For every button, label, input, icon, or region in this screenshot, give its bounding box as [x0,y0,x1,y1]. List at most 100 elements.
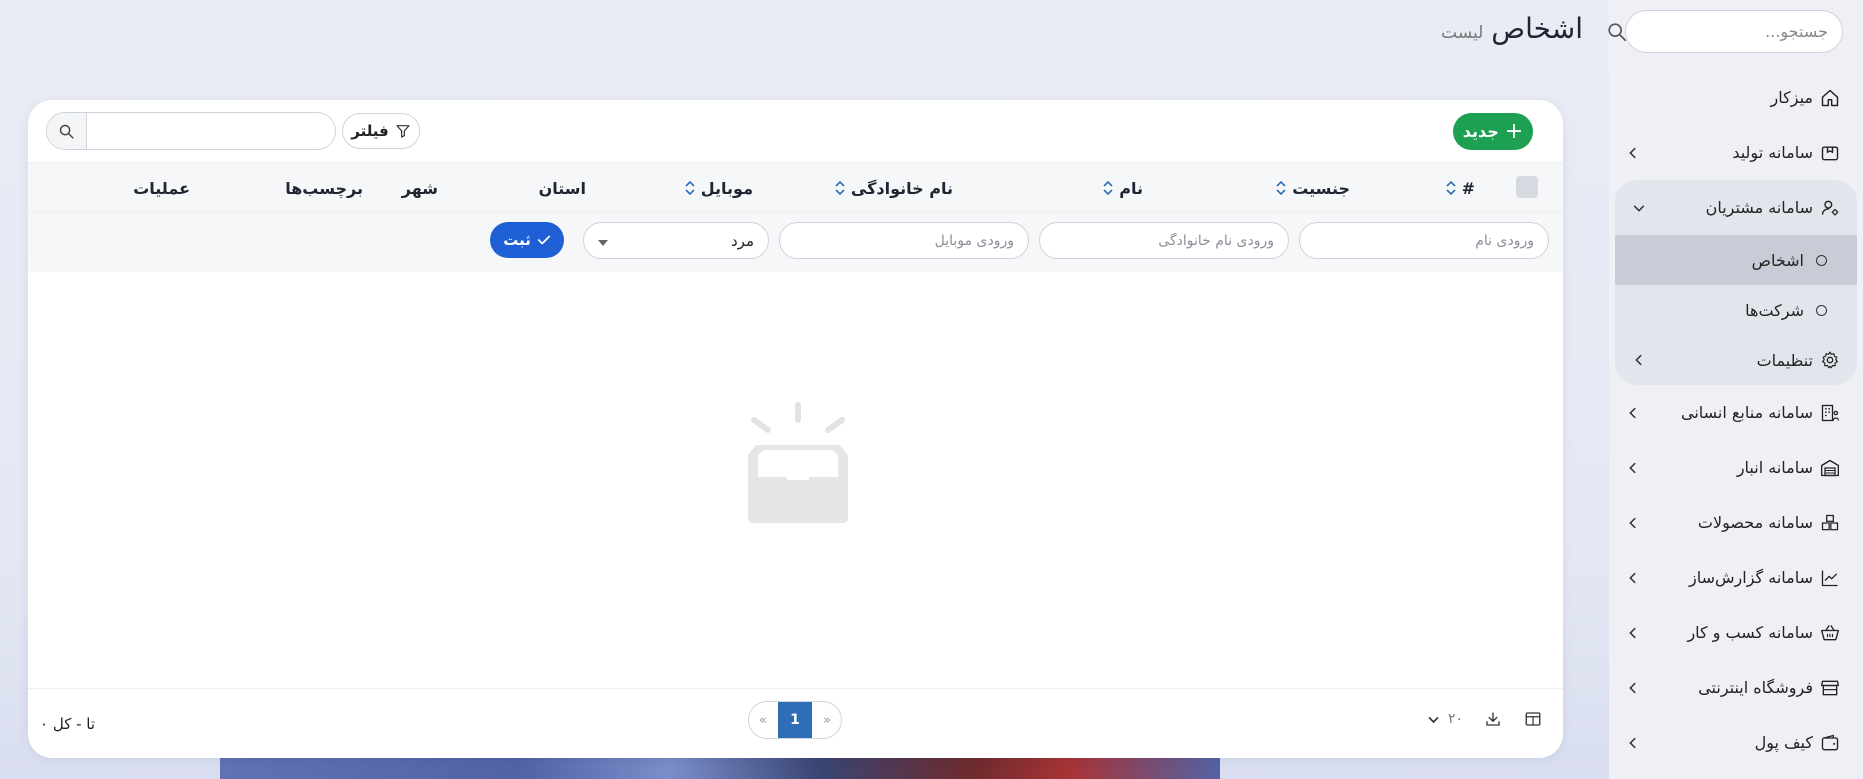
sidebar-item-products[interactable]: سامانه محصولات [1609,495,1863,550]
sidebar-item-production[interactable]: سامانه تولید [1609,125,1863,180]
sidebar-subitem-persons[interactable]: اشخاص [1615,235,1857,285]
columns-icon[interactable] [1523,709,1543,729]
sidebar-item-online-store[interactable]: فروشگاه اینترنتی [1609,660,1863,715]
empty-state [728,400,868,550]
column-header-last-name[interactable]: نام خانوادگی [835,163,953,213]
column-header-province: استان [539,163,586,213]
new-button-label: جدید [1462,122,1499,141]
boxes-icon [1819,512,1841,534]
sidebar-subitem-companies[interactable]: شرکت‌ها [1615,285,1857,335]
new-button[interactable]: + جدید [1453,113,1533,150]
select-all-checkbox[interactable] [1516,176,1538,198]
footer-tools: ۲۰ [1427,709,1543,729]
search-button[interactable] [47,113,87,149]
sidebar-item-label: سامانه گزارش‌ساز [1689,568,1813,587]
column-header-label: # [1461,178,1475,198]
sidebar-item-dashboard[interactable]: میزکار [1609,70,1863,125]
pagination: « 1 » [748,701,842,739]
submit-button-label: ثبت [503,231,531,249]
column-header-label: عملیات [133,178,190,198]
box-icon [1819,142,1841,164]
chart-line-icon [1819,567,1841,589]
filter-button[interactable]: فیلتر [342,113,420,149]
sidebar-item-label: سامانه کسب و کار [1687,623,1813,642]
filter-icon [395,123,411,139]
search-icon [58,123,75,140]
column-header-city: شهر [402,163,438,213]
prev-page-button[interactable]: « [749,713,777,728]
user-gear-icon [1819,197,1841,219]
background-decoration [220,755,1220,779]
last-name-input[interactable] [1039,222,1289,259]
sidebar-subitem-label: اشخاص [1751,250,1804,270]
column-header-label: نام [1119,178,1143,198]
chevron-left-icon [1625,570,1641,586]
table-filter-row: مرد ثبت [28,212,1563,272]
sidebar-item-label: کیف پول [1754,733,1813,752]
sidebar-group-customers: سامانه مشتریان اشخاص شرکت‌ها تنظیمات [1615,180,1857,385]
column-header-label: نام خانوادگی [850,178,953,198]
page-title: اشخاص [1491,12,1583,45]
sidebar: میزکار سامانه تولید سامانه مشتریان [1608,0,1863,779]
submit-button[interactable]: ثبت [490,222,564,258]
sidebar-item-label: فروشگاه اینترنتی [1698,678,1813,697]
page-size-value: ۲۰ [1447,711,1463,727]
sidebar-nav: میزکار سامانه تولید سامانه مشتریان اشخاص… [1609,70,1863,770]
column-header-tags: برچسب‌ها [285,163,363,213]
page-number-button[interactable]: 1 [778,702,812,738]
sidebar-item-settings[interactable]: تنظیمات [1615,335,1857,385]
column-header-label: موبایل [700,178,753,198]
gear-icon [1819,349,1841,371]
column-header-index[interactable]: # [1446,163,1475,213]
page-size-select[interactable]: ۲۰ [1427,711,1463,727]
total-count: تا - کل ۰ [40,715,96,733]
check-icon [537,233,551,247]
column-header-label: جنسیت [1292,178,1350,198]
column-header-label: برچسب‌ها [285,178,363,198]
sidebar-item-wallet[interactable]: کیف پول [1609,715,1863,770]
sidebar-search-input[interactable] [1628,22,1828,41]
table-search[interactable] [46,112,336,150]
circle-icon [1816,254,1827,266]
sidebar-item-label: سامانه مشتریان [1705,198,1813,217]
sort-icon [685,181,695,195]
wallet-icon [1819,732,1841,754]
sort-icon [1276,181,1286,195]
gender-select[interactable]: مرد [583,222,769,259]
chevron-left-icon [1631,352,1647,368]
next-page-button[interactable]: » [813,713,841,728]
empty-inbox-icon [728,400,868,554]
first-name-input[interactable] [1299,222,1549,259]
sidebar-search[interactable] [1608,10,1843,53]
sidebar-item-reports[interactable]: سامانه گزارش‌ساز [1609,550,1863,605]
download-icon[interactable] [1483,709,1503,729]
sidebar-item-hr[interactable]: سامانه منابع انسانی [1609,385,1863,440]
mobile-input[interactable] [779,222,1029,259]
home-icon [1819,87,1841,109]
column-header-gender[interactable]: جنسیت [1276,163,1350,213]
sidebar-item-business[interactable]: سامانه کسب و کار [1609,605,1863,660]
store-icon [1819,677,1841,699]
chevron-left-icon [1625,735,1641,751]
sidebar-item-label: میزکار [1770,88,1813,107]
page-header: اشخاص لیست [1441,12,1583,45]
sidebar-subitem-label: شرکت‌ها [1745,300,1804,320]
sort-icon [1446,181,1456,195]
caret-down-icon [598,239,608,246]
gender-select-value: مرد [731,231,754,250]
sort-icon [1103,181,1113,195]
chevron-left-icon [1625,405,1641,421]
sidebar-item-label: سامانه منابع انسانی [1680,403,1813,422]
basket-icon [1819,622,1841,644]
chevron-down-icon [1631,200,1647,216]
column-header-first-name[interactable]: نام [1103,163,1143,213]
chevron-left-icon [1625,515,1641,531]
column-header-label: شهر [401,178,438,198]
sidebar-item-customers[interactable]: سامانه مشتریان [1615,180,1857,235]
chevron-left-icon [1625,680,1641,696]
sidebar-item-label: سامانه انبار [1736,458,1813,477]
circle-icon [1816,304,1827,316]
sidebar-item-warehouse[interactable]: سامانه انبار [1609,440,1863,495]
column-header-actions: عملیات [133,163,190,213]
column-header-mobile[interactable]: موبایل [685,163,753,213]
